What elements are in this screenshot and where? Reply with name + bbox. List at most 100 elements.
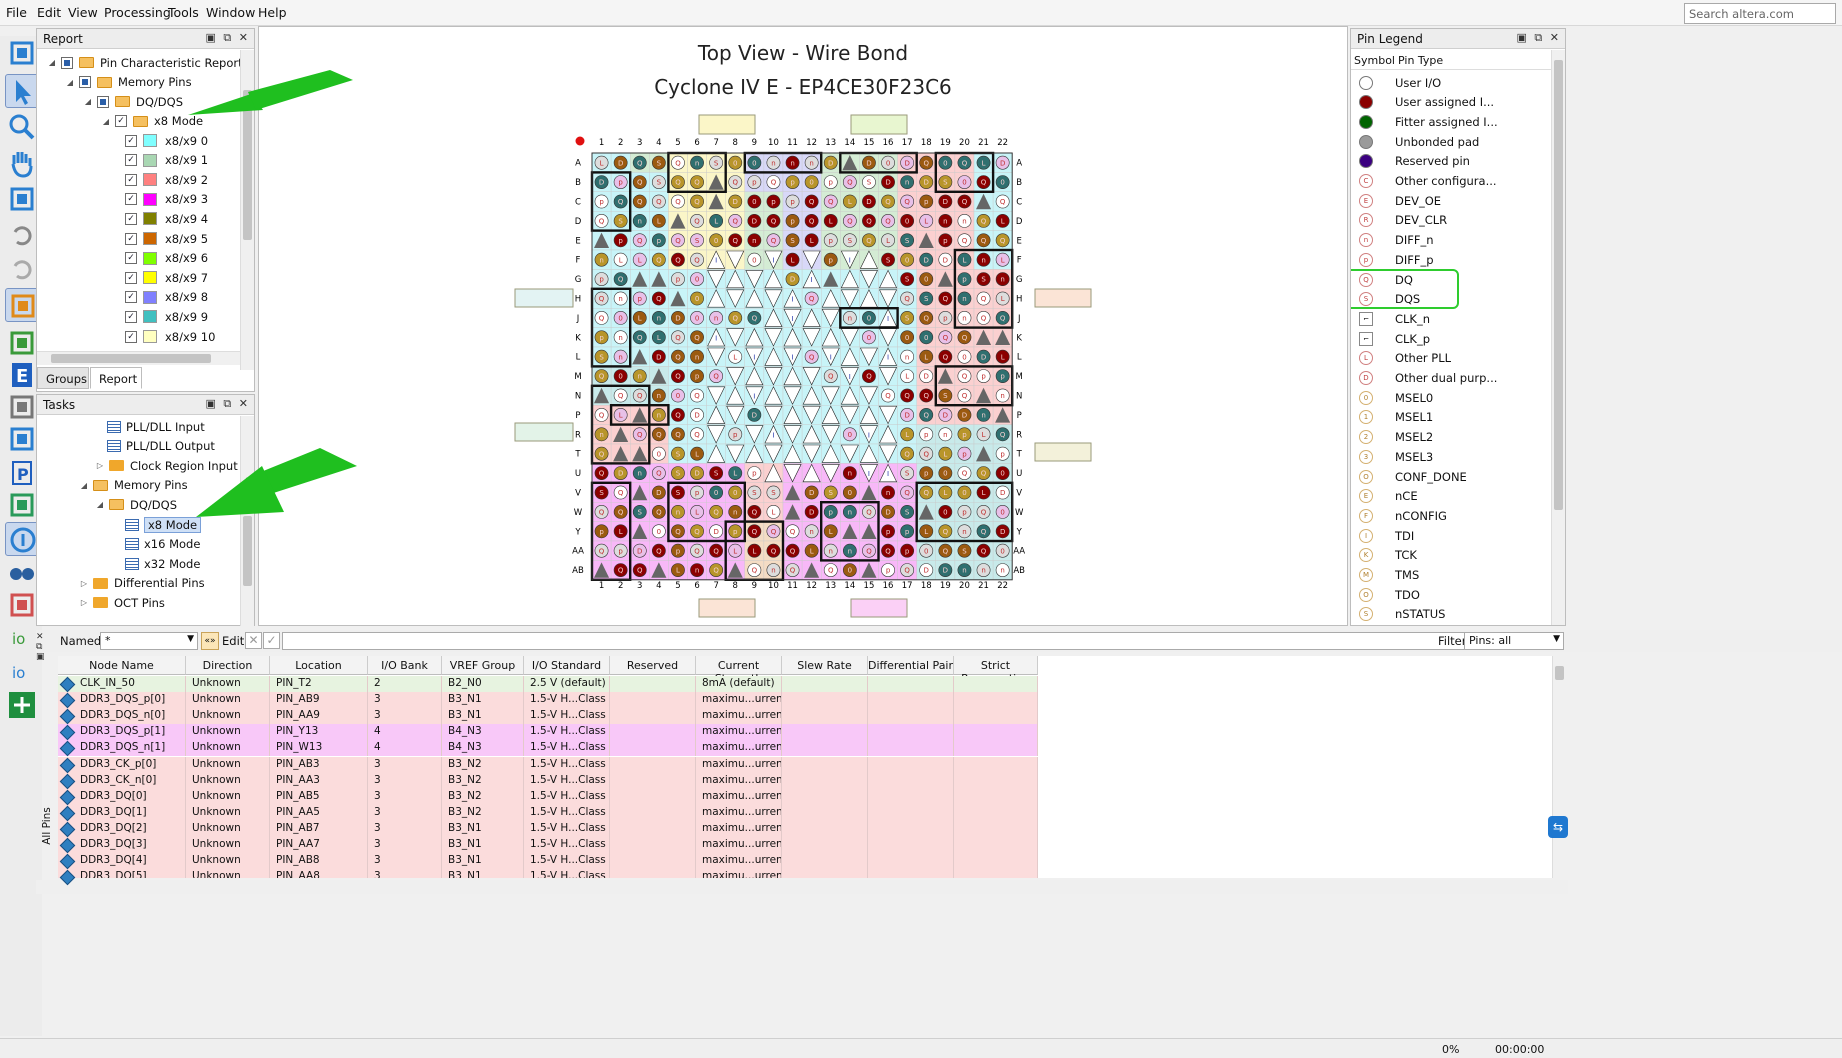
binoculars-icon[interactable] (5, 554, 39, 588)
checkbox[interactable]: ✓ (115, 115, 127, 127)
group-item[interactable]: ✓ x8/x9 5 (125, 229, 208, 248)
table-cell[interactable]: 1.5-V H...Class I (524, 788, 610, 805)
table-cell[interactable]: maximu...urrent (696, 853, 782, 870)
table-cell[interactable]: 2 (368, 676, 442, 692)
table-cell[interactable]: PIN_AA8 (270, 869, 368, 878)
task-item[interactable]: ▷ Differential Pins (79, 574, 205, 593)
menu-window[interactable]: Window (206, 5, 255, 20)
table-cell[interactable] (868, 804, 954, 821)
checkbox[interactable]: ✓ (125, 134, 137, 147)
table-cell[interactable]: 1.5-V H...Class I (524, 724, 610, 741)
table-cell[interactable]: maximu...urrent (696, 724, 782, 741)
table-cell[interactable]: B3_N1 (442, 837, 524, 853)
table-cell[interactable]: PIN_AB5 (270, 788, 368, 805)
checkbox[interactable]: ✓ (125, 212, 137, 225)
table-cell[interactable]: PIN_AA9 (270, 708, 368, 725)
table-cell[interactable] (610, 837, 696, 853)
table-cell[interactable]: Unknown (186, 837, 270, 853)
panel-window-buttons[interactable]: ▣ ⧉ ✕ (1517, 31, 1561, 45)
named-dropdown[interactable]: * ▼ (100, 632, 198, 650)
table-cell[interactable]: B4_N3 (442, 724, 524, 741)
table-cell[interactable]: PIN_AA7 (270, 837, 368, 853)
group-item[interactable]: ✓ x8/x9 2 (125, 170, 208, 189)
table-cell[interactable]: 3 (368, 837, 442, 853)
table-cell[interactable]: 1.5-V H...Class I (524, 837, 610, 853)
table-cell[interactable] (782, 820, 868, 837)
table-cell[interactable] (610, 772, 696, 789)
table-cell[interactable]: DDR3_DQ[4] (58, 853, 186, 870)
table-cell[interactable] (954, 708, 1038, 725)
e-icon[interactable]: E (5, 358, 39, 392)
expand-arrow-icon[interactable]: ◢ (83, 97, 93, 106)
table-cell[interactable]: maximu...urrent (696, 869, 782, 878)
table-cell[interactable]: 8mA (default) (696, 676, 782, 692)
table-cell[interactable]: 1.5-V H...Class I (524, 853, 610, 870)
table-cell[interactable]: 3 (368, 772, 442, 789)
table-cell[interactable] (782, 724, 868, 741)
filter-dropdown[interactable]: Pins: all ▼ (1464, 632, 1564, 650)
table-cell[interactable]: B4_N3 (442, 740, 524, 757)
pin-planner-icon[interactable] (5, 288, 39, 322)
checkbox[interactable]: ✓ (125, 310, 137, 323)
group-item[interactable]: ✓ x8/x9 7 (125, 268, 208, 287)
table-cell[interactable] (782, 853, 868, 870)
table-cell[interactable]: 3 (368, 708, 442, 725)
table-cell[interactable]: 3 (368, 756, 442, 773)
table-cell[interactable]: B3_N1 (442, 708, 524, 725)
table-cell[interactable] (954, 788, 1038, 805)
view-icon[interactable] (5, 326, 39, 360)
column-header[interactable]: VREF Group (442, 656, 524, 675)
expand-arrow-icon[interactable]: ◢ (65, 78, 75, 87)
all-pins-tab[interactable]: All Pins (38, 780, 56, 876)
group-item[interactable]: ✓ x8/x9 0 (125, 131, 208, 150)
connect-icon[interactable] (5, 588, 39, 622)
table-cell[interactable] (610, 788, 696, 805)
table-cell[interactable] (954, 820, 1038, 837)
expand-arrow-icon[interactable]: ▷ (79, 579, 89, 588)
table-cell[interactable]: maximu...urrent (696, 772, 782, 789)
checkbox[interactable]: ✓ (125, 193, 137, 206)
table-cell[interactable]: B3_N2 (442, 788, 524, 805)
panel-window-buttons[interactable]: ▣ ⧉ ✕ (206, 397, 250, 411)
expand-arrow-icon[interactable]: ▷ (95, 461, 105, 470)
tab-groups[interactable]: Groups (37, 367, 89, 389)
table-cell[interactable]: 3 (368, 692, 442, 709)
checkbox[interactable] (97, 95, 109, 108)
table-cell[interactable]: maximu...urrent (696, 756, 782, 773)
table-cell[interactable]: PIN_AB9 (270, 692, 368, 709)
table-cell[interactable] (954, 837, 1038, 853)
table-cell[interactable]: 1.5-V H...Class I (524, 772, 610, 789)
table-cell[interactable] (868, 676, 954, 692)
expand-arrow-icon[interactable]: ▷ (79, 598, 89, 607)
table-cell[interactable]: Unknown (186, 740, 270, 757)
table-cell[interactable] (610, 869, 696, 878)
table-cell[interactable]: 1.5-V H...Class I (524, 740, 610, 757)
table-cell[interactable]: DDR3_DQ[5] (58, 869, 186, 878)
table-cell[interactable]: Unknown (186, 772, 270, 789)
task-item[interactable]: ▷ OCT Pins (79, 593, 165, 612)
table-cell[interactable]: B2_N0 (442, 676, 524, 692)
table-cell[interactable]: Unknown (186, 788, 270, 805)
column-header[interactable]: Node Name (58, 656, 186, 675)
task-item[interactable]: x16 Mode (125, 535, 200, 554)
table-cell[interactable]: PIN_AB7 (270, 820, 368, 837)
table-cell[interactable] (610, 820, 696, 837)
checkbox[interactable] (61, 56, 73, 69)
table-cell[interactable]: 3 (368, 853, 442, 870)
group-item[interactable]: ✓ x8/x9 9 (125, 307, 208, 326)
menu-file[interactable]: File (6, 5, 27, 20)
table-cell[interactable]: maximu...urrent (696, 692, 782, 709)
menu-edit[interactable]: Edit (37, 5, 61, 20)
menu-processing[interactable]: Processing (104, 5, 171, 20)
table-cell[interactable]: Unknown (186, 676, 270, 692)
table-cell[interactable]: 4 (368, 724, 442, 741)
table-cell[interactable]: Unknown (186, 869, 270, 878)
checkbox[interactable] (79, 76, 91, 88)
report-tree-item[interactable]: ◢ Memory Pins (65, 73, 192, 92)
table-cell[interactable] (782, 837, 868, 853)
expand-arrow-icon[interactable]: ◢ (79, 481, 89, 490)
zoom-icon[interactable] (5, 110, 39, 144)
io-check-icon[interactable]: io (5, 622, 39, 656)
task-item[interactable]: x8 Mode (125, 515, 202, 534)
table-cell[interactable]: 1.5-V H...Class I (524, 692, 610, 709)
